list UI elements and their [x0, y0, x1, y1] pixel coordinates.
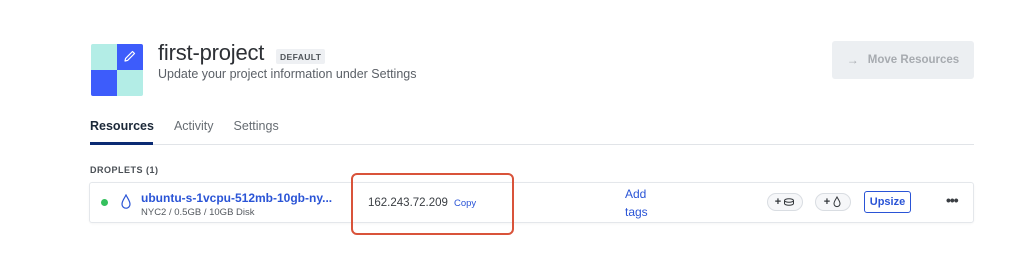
tab-settings[interactable]: Settings: [234, 119, 279, 133]
ip-highlight-annotation: [351, 173, 514, 235]
upsize-button[interactable]: Upsize: [864, 191, 911, 213]
project-logo[interactable]: [91, 44, 143, 96]
tab-resources[interactable]: Resources: [90, 119, 154, 133]
more-options-icon[interactable]: •••: [946, 192, 959, 208]
droplet-icon: [121, 194, 131, 209]
page-title: first-project: [158, 40, 265, 65]
add-volume-button[interactable]: +: [767, 193, 803, 211]
move-resources-button[interactable]: → Move Resources: [832, 41, 974, 79]
droplets-section-label: DROPLETS (1): [90, 165, 159, 175]
move-resources-label: Move Resources: [867, 54, 960, 66]
project-subtitle: Update your project information under Se…: [158, 67, 417, 81]
plus-label: +: [823, 196, 831, 208]
droplet-meta: NYC2 / 0.5GB / 10GB Disk: [141, 207, 255, 218]
tabs-divider: [90, 144, 974, 145]
add-tags-link[interactable]: Add tags: [625, 185, 665, 221]
logo-quadrant: [91, 44, 117, 70]
status-dot: [101, 199, 108, 206]
active-tab-indicator: [90, 142, 153, 145]
logo-quadrant: [117, 70, 143, 96]
project-tabs: Resources Activity Settings: [90, 119, 299, 133]
tab-activity[interactable]: Activity: [174, 119, 214, 133]
arrow-right-icon: →: [846, 53, 859, 67]
default-badge: DEFAULT: [276, 49, 326, 64]
pencil-icon[interactable]: [122, 48, 138, 64]
plus-label: +: [774, 196, 782, 208]
droplet-name-link[interactable]: ubuntu-s-1vcpu-512mb-10gb-ny...: [141, 191, 332, 205]
volume-icon: [784, 198, 795, 206]
add-floating-ip-button[interactable]: +: [815, 193, 851, 211]
floating-ip-icon: [833, 196, 841, 208]
droplet-row: ubuntu-s-1vcpu-512mb-10gb-ny... NYC2 / 0…: [89, 182, 974, 223]
logo-quadrant: [91, 70, 117, 96]
